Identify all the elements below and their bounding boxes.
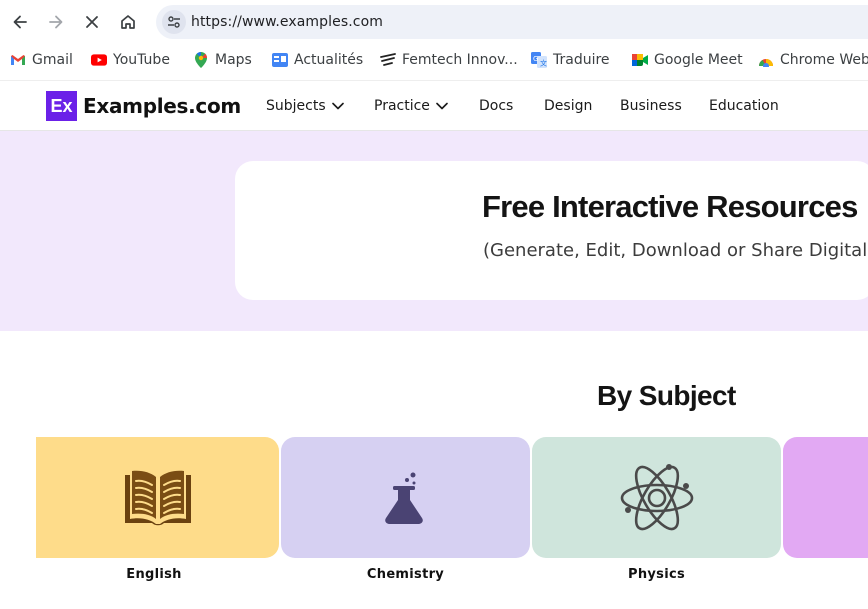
nav-label: Subjects: [266, 98, 326, 114]
nav-subjects[interactable]: Subjects: [266, 98, 344, 114]
stop-loading-button[interactable]: [80, 10, 104, 34]
translate-icon: G文: [531, 52, 547, 68]
nav-business[interactable]: Business: [620, 98, 682, 114]
section-title: By Subject: [597, 380, 736, 411]
news-icon: [272, 52, 288, 68]
forward-button[interactable]: [44, 10, 68, 34]
hero-subtitle: (Generate, Edit, Download or Share Digit…: [483, 240, 868, 261]
subject-label: English: [126, 567, 182, 582]
youtube-icon: [91, 52, 107, 68]
logo-mark: Ex: [46, 91, 77, 121]
bookmark-label: Traduire: [553, 52, 610, 68]
bookmark-label: Femtech Innov...: [402, 52, 518, 68]
browser-toolbar: https://www.examples.com: [0, 0, 868, 44]
arrow-left-icon: [13, 15, 27, 29]
bookmark-gmail[interactable]: Gmail: [10, 50, 73, 70]
flask-icon: [384, 472, 423, 524]
subject-card-english[interactable]: [36, 437, 279, 558]
svg-text:G: G: [533, 55, 538, 63]
arrow-right-icon: [49, 15, 63, 29]
gmail-icon: [10, 52, 26, 68]
address-bar[interactable]: https://www.examples.com: [156, 5, 868, 39]
bookmark-youtube[interactable]: YouTube: [91, 50, 170, 70]
site-info-button[interactable]: [162, 10, 186, 34]
hero-card: Free Interactive Resources (Generate, Ed…: [235, 161, 868, 300]
bookmark-label: Actualités: [294, 52, 364, 68]
bookmark-label: Chrome Web: [780, 52, 868, 68]
nav-design[interactable]: Design: [544, 98, 592, 114]
back-button[interactable]: [8, 10, 32, 34]
bookmark-femtech[interactable]: Femtech Innov...: [380, 50, 518, 70]
subject-card-partial[interactable]: [783, 437, 868, 558]
bookmark-chrome-web-store[interactable]: Chrome Web: [758, 50, 868, 70]
svg-text:文: 文: [540, 59, 547, 68]
url-text[interactable]: https://www.examples.com: [191, 14, 383, 30]
femtech-icon: [380, 52, 396, 68]
logo-text: Examples.com: [83, 94, 241, 118]
nav-practice[interactable]: Practice: [374, 98, 448, 114]
tune-icon: [168, 16, 180, 28]
hero-section: Free Interactive Resources (Generate, Ed…: [0, 131, 868, 331]
bookmark-label: Google Meet: [654, 52, 743, 68]
atom-icon: [620, 463, 693, 530]
subject-card-chemistry[interactable]: [281, 437, 530, 558]
chevron-down-icon: [331, 102, 344, 110]
meet-icon: [632, 52, 648, 68]
nav-label: Design: [544, 98, 593, 114]
nav-label: Docs: [479, 98, 514, 114]
book-icon: [124, 470, 191, 525]
bookmark-google-meet[interactable]: Google Meet: [632, 50, 743, 70]
chrome-web-store-icon: [758, 52, 774, 68]
bookmark-label: Gmail: [32, 52, 73, 68]
nav-label: Education: [709, 98, 779, 114]
bookmark-traduire[interactable]: G文 Traduire: [531, 50, 610, 70]
home-icon: [121, 15, 135, 29]
nav-education[interactable]: Education: [709, 98, 779, 114]
bookmark-maps[interactable]: Maps: [193, 50, 252, 70]
nav-docs[interactable]: Docs: [479, 98, 513, 114]
hero-title: Free Interactive Resources: [482, 189, 858, 224]
maps-icon: [193, 52, 209, 68]
subject-card-physics[interactable]: [532, 437, 781, 558]
bookmark-label: YouTube: [113, 52, 170, 68]
site-header: Ex Examples.com Subjects Practice Docs D…: [0, 80, 868, 131]
close-icon: [86, 16, 98, 28]
home-button[interactable]: [116, 10, 140, 34]
bookmark-label: Maps: [215, 52, 252, 68]
bookmark-actualites[interactable]: Actualités: [272, 50, 363, 70]
chevron-down-icon: [436, 102, 448, 110]
subject-label: Chemistry: [366, 567, 445, 582]
nav-label: Practice: [374, 98, 430, 114]
subject-label: Physics: [628, 567, 685, 582]
nav-label: Business: [620, 98, 682, 114]
bookmarks-bar: Gmail YouTube Maps Actualités Femtech In…: [0, 44, 868, 76]
site-logo[interactable]: Ex Examples.com: [46, 91, 241, 121]
